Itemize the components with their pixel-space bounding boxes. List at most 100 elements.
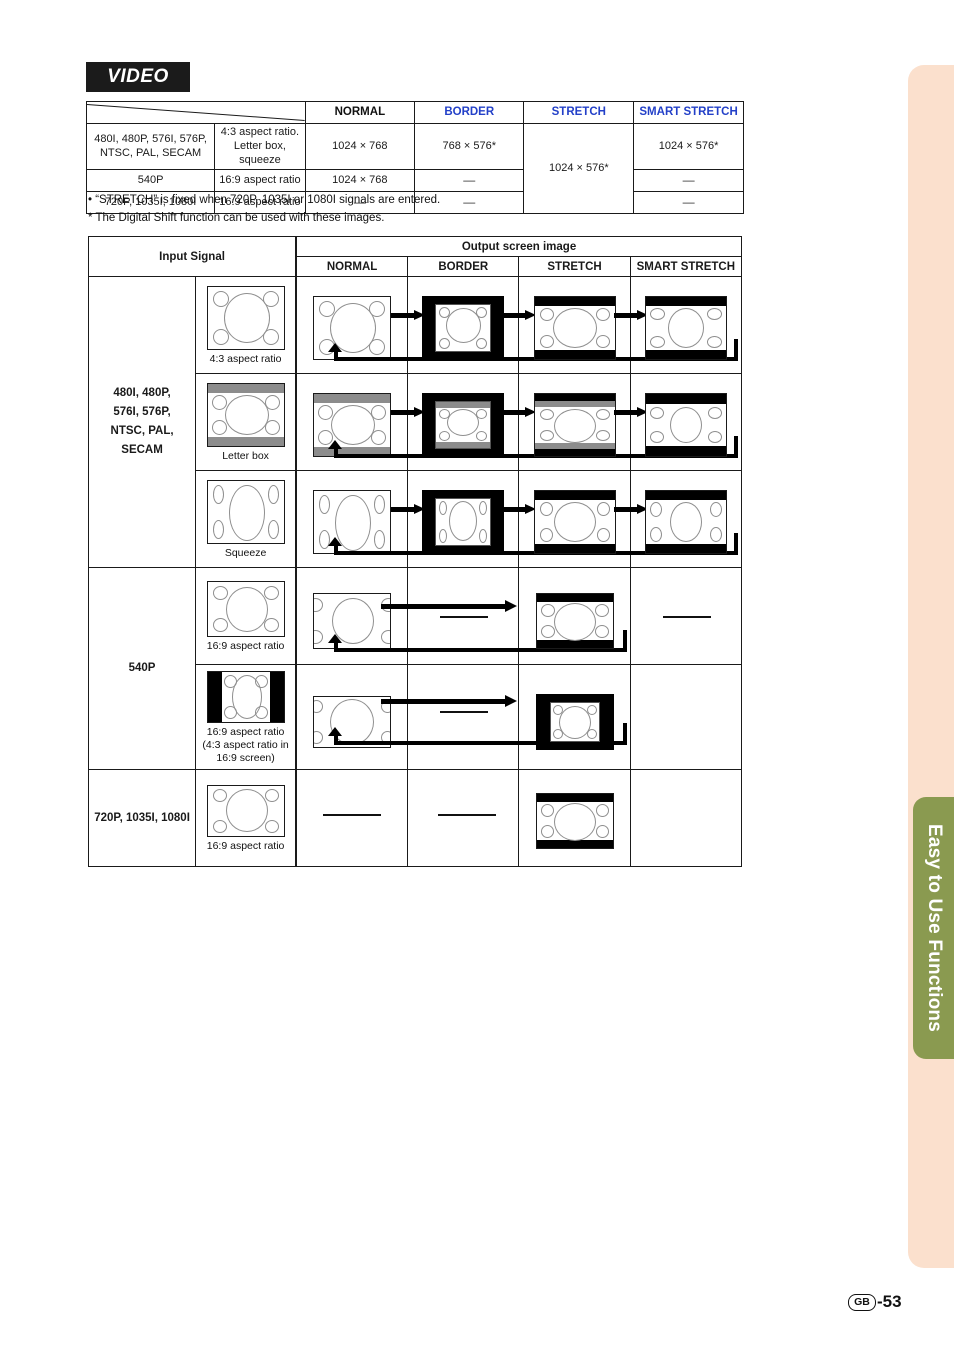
aspect-cell-540p: 16:9 aspect ratio [214, 169, 306, 193]
screen-stretch-540p-169 [535, 593, 614, 649]
main-ellipse [331, 405, 376, 445]
corner-ellipse-tr [267, 484, 279, 504]
group-label-sd: 480I, 480P, 576I, 576P, NTSC, PAL, SECAM [87, 276, 197, 568]
top-gray-bar [314, 394, 391, 403]
col-header-border: BORDER [414, 101, 525, 124]
out-cell-stretch-squeeze [518, 470, 648, 568]
top-gray-bar [207, 383, 284, 393]
value-smart-stretch-hd: — [633, 191, 744, 215]
screen-image-table: Input Signal Output screen image NORMAL … [87, 236, 743, 868]
header-output-screen-image: Output screen image [295, 236, 743, 257]
out-cell-border-letterbox [407, 373, 537, 471]
group-hd-line1: 720P, 1035I, 1080I [94, 811, 190, 824]
corner-ellipse-tr [707, 407, 722, 419]
screen-43 [206, 285, 285, 350]
out-cell-stretch-540p-169 [518, 567, 631, 665]
col-header-smart-stretch: SMART STRETCH [633, 101, 744, 124]
corner-ellipse-bl [314, 731, 324, 745]
bottom-black-bar [536, 640, 613, 648]
out-col-header-stretch: STRETCH [518, 256, 631, 277]
col-header-normal: NORMAL [304, 101, 416, 124]
main-ellipse [553, 502, 596, 542]
screen-stretch-letterbox [533, 393, 616, 457]
screen-540p-43in169 [206, 671, 285, 723]
main-ellipse [446, 308, 482, 343]
bottom-black-bar [536, 840, 613, 849]
aspect-sd-line2: Letter box, squeeze [233, 139, 286, 166]
corner-ellipse-br [381, 731, 391, 745]
corner-ellipse-tl [314, 700, 324, 714]
caption-line2: (4:3 aspect ratio in [202, 739, 289, 752]
bottom-gray-bar [314, 447, 391, 456]
corner-ellipse-br [595, 335, 610, 348]
input-caption-hd: 16:9 aspect ratio [206, 840, 285, 853]
screen-squeeze [206, 479, 285, 544]
resolution-row-540p: 540P 16:9 aspect ratio 1024 × 768 — — [85, 169, 744, 193]
main-ellipse [224, 394, 269, 435]
corner-ellipse-br [381, 630, 391, 644]
top-black-bar [645, 491, 726, 500]
left-black-bar [207, 672, 222, 722]
screen-stretch-hd [535, 793, 614, 850]
corner-ellipse-br [596, 528, 610, 542]
page-number: -53 [877, 1292, 902, 1311]
corner-ellipse-br [374, 530, 386, 549]
out-cell-border-43 [407, 276, 537, 374]
out-col-header-border: BORDER [407, 256, 520, 277]
diagonal-divider-icon [87, 104, 305, 121]
corner-ellipse-bl [314, 630, 324, 644]
corner-ellipse-bl [319, 530, 331, 549]
input-caption-43: 4:3 aspect ratio [209, 352, 282, 365]
corner-ellipse-tl [539, 502, 553, 516]
corner-ellipse-br [709, 527, 722, 542]
main-ellipse [669, 502, 702, 542]
corner-ellipse-br [476, 431, 488, 441]
corner-ellipse-tl [319, 495, 331, 514]
note-digital-shift: * The Digital Shift function can be used… [88, 211, 385, 224]
main-ellipse [449, 501, 478, 541]
out-cell-smart-hd [629, 769, 743, 868]
corner-ellipse-bl [439, 338, 451, 349]
main-ellipse [552, 308, 597, 348]
bottom-gray-bar [534, 443, 615, 449]
inner-screen [435, 401, 492, 449]
out-cell-smart-540p-169 [629, 567, 743, 665]
out-col-header-smart-stretch: SMART STRETCH [629, 256, 743, 277]
diagram-row-hd: 720P, 1035I, 1080I 16:9 aspect ratio [87, 769, 743, 868]
main-ellipse [553, 409, 596, 443]
note-stretch-fixed: • “STRETCH” is fixed when 720P, 1035I or… [88, 194, 441, 206]
top-black-bar [534, 394, 615, 401]
screen-hd [206, 785, 285, 838]
group-540p-line1: 540P [128, 662, 156, 675]
main-ellipse [335, 495, 372, 551]
value-smart-stretch-540p: — [633, 169, 744, 193]
corner-ellipse-br [476, 338, 488, 349]
corner-ellipse-bl [212, 617, 228, 632]
resolution-row-sd: 480I, 480P, 576I, 576P, NTSC, PAL, SECAM… [85, 122, 744, 215]
corner-ellipse-br [707, 431, 722, 443]
corner-ellipse-br [594, 625, 609, 638]
top-gray-bar [534, 401, 615, 407]
corner-ellipse-bl [439, 529, 448, 543]
corner-ellipse-br [595, 430, 610, 441]
corner-ellipse-tr [264, 789, 279, 803]
out-cell-smart-squeeze [629, 470, 743, 568]
corner-ellipse-tl [649, 308, 665, 320]
out-cell-normal-squeeze [295, 470, 739, 568]
corner-ellipse-bl [649, 431, 664, 443]
group-label-540p: 540P [87, 566, 197, 771]
screen-stretch-43 [533, 296, 616, 360]
out-cell-stretch-hd [518, 769, 631, 868]
screen-letterbox [206, 382, 285, 447]
top-black-bar [645, 394, 726, 404]
screen-border-letterbox [422, 393, 505, 457]
out-cell-stretch-letterbox [518, 373, 648, 471]
main-ellipse [553, 803, 596, 842]
screen-540p-169 [206, 580, 285, 637]
corner-ellipse-tl [540, 604, 555, 617]
aspect-sd-line1: 4:3 aspect ratio. [220, 126, 300, 138]
signal-sd-line2: NTSC, PAL, SECAM [99, 146, 202, 159]
corner-ellipse-br [263, 617, 279, 632]
screen-normal-540p-169 [313, 593, 392, 649]
input-thumb-43: 4:3 aspect ratio [195, 276, 297, 374]
